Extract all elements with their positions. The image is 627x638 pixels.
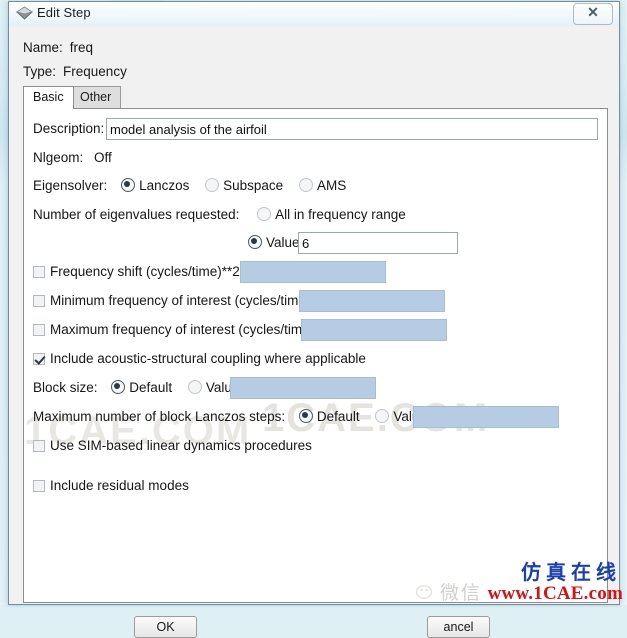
tab-other[interactable]: Other	[70, 86, 122, 108]
dialog-title-bar[interactable]: Edit Step ✕	[9, 2, 619, 27]
radio-eigenvalue-value-icon[interactable]	[248, 235, 262, 249]
eigensolver-label: Eigensolver:	[33, 178, 108, 193]
num-eigenvalues-option-value[interactable]: Value:	[248, 235, 303, 250]
abaqus-diamond-icon	[16, 6, 33, 20]
minimum-frequency-input[interactable]	[299, 290, 445, 312]
checkbox-frequency-shift-icon[interactable]	[33, 266, 45, 278]
radio-max-lanczos-value-icon[interactable]	[375, 409, 390, 423]
eigensolver-lanczos-label: Lanczos	[139, 178, 190, 193]
nlgeom-row: Nlgeom: Off	[33, 150, 112, 165]
block-size-option-default[interactable]: Default	[111, 380, 176, 395]
checkbox-residual-modes-icon[interactable]	[33, 480, 45, 492]
basic-tab-panel: 1CAE.COM 1CAE.COM Description: Nlgeom: O…	[23, 108, 608, 603]
eigensolver-option-ams[interactable]: AMS	[298, 178, 347, 193]
cancel-button[interactable]: ancel	[427, 616, 490, 638]
nlgeom-label: Nlgeom:	[33, 150, 84, 165]
checkbox-sim-based-icon[interactable]	[33, 440, 45, 452]
name-label: Name:	[23, 40, 63, 55]
radio-lanczos-icon[interactable]	[121, 178, 136, 192]
block-size-default-label: Default	[129, 380, 173, 395]
block-size-input[interactable]	[230, 377, 376, 399]
type-row: Type: Frequency	[23, 64, 127, 79]
maximum-frequency-input[interactable]	[301, 319, 447, 341]
acoustic-coupling-label: Include acoustic-structural coupling whe…	[50, 351, 366, 366]
frequency-shift-input[interactable]	[240, 261, 386, 283]
eigensolver-option-subspace[interactable]: Subspace	[205, 178, 287, 193]
eigensolver-subspace-label: Subspace	[223, 178, 284, 193]
radio-all-frequency-range-icon[interactable]	[257, 207, 272, 221]
tab-basic[interactable]: Basic	[23, 86, 74, 109]
type-label: Type:	[23, 64, 57, 79]
max-lanczos-label: Maximum number of block Lanczos steps:	[33, 409, 286, 424]
max-lanczos-input[interactable]	[413, 406, 559, 428]
eigensolver-option-lanczos[interactable]: Lanczos	[121, 178, 193, 193]
num-eigenvalues-option-all[interactable]: All in frequency range	[257, 207, 406, 222]
nlgeom-value: Off	[94, 150, 112, 165]
backdrop-edge-strip	[622, 0, 625, 605]
sim-based-label: Use SIM-based linear dynamics procedures	[50, 438, 312, 453]
checkbox-maximum-frequency-icon[interactable]	[33, 324, 45, 336]
max-lanczos-row: Maximum number of block Lanczos steps: D…	[33, 409, 431, 424]
checkbox-minimum-frequency-icon[interactable]	[33, 295, 45, 307]
num-eigenvalues-all-label: All in frequency range	[275, 207, 406, 222]
sim-based-row[interactable]: Use SIM-based linear dynamics procedures	[33, 438, 312, 453]
num-eigenvalues-value-input[interactable]	[298, 232, 458, 254]
description-input[interactable]	[106, 118, 598, 140]
ok-button[interactable]: OK	[134, 616, 197, 638]
backdrop-edge-strip	[4, 0, 7, 605]
name-value: freq	[69, 40, 94, 55]
radio-ams-icon[interactable]	[298, 178, 313, 192]
dialog-body: Name: freq Type: Frequency Basic Other 1CA…	[9, 26, 619, 638]
num-eigenvalues-row: Number of eigenvalues requested: All in …	[33, 207, 406, 222]
acoustic-coupling-row[interactable]: Include acoustic-structural coupling whe…	[33, 351, 366, 366]
eigensolver-ams-label: AMS	[316, 178, 347, 193]
max-lanczos-default-label: Default	[316, 409, 360, 424]
maximum-frequency-row[interactable]: Maximum frequency of interest (cycles/ti…	[33, 322, 318, 337]
block-size-label: Block size:	[33, 380, 98, 395]
backdrop-edge-strip	[0, 0, 3, 605]
edit-step-dialog: Edit Step ✕ Name: freq Type: Frequency Bas…	[8, 1, 620, 638]
num-eigenvalues-label: Number of eigenvalues requested:	[33, 207, 240, 222]
minimum-frequency-row[interactable]: Minimum frequency of interest (cycles/ti…	[33, 293, 314, 308]
close-button[interactable]: ✕	[573, 3, 613, 25]
eigensolver-row: Eigensolver: Lanczos Subspace AMS	[33, 178, 346, 193]
maximum-frequency-label: Maximum frequency of interest (cycles/ti…	[50, 322, 318, 337]
max-lanczos-option-default[interactable]: Default	[298, 409, 364, 424]
minimum-frequency-label: Minimum frequency of interest (cycles/ti…	[50, 293, 315, 308]
type-value: Frequency	[63, 64, 127, 79]
description-label: Description:	[33, 121, 105, 136]
checkbox-acoustic-coupling-icon[interactable]	[33, 353, 45, 365]
residual-modes-label: Include residual modes	[50, 478, 189, 493]
radio-block-size-default-icon[interactable]	[111, 380, 126, 394]
frequency-shift-label: Frequency shift (cycles/time)**2:	[50, 264, 244, 279]
radio-max-lanczos-default-icon[interactable]	[298, 409, 313, 423]
close-icon: ✕	[587, 6, 599, 21]
name-row: Name: freq	[23, 40, 93, 55]
block-size-row: Block size: Default Value:	[33, 380, 243, 395]
residual-modes-row[interactable]: Include residual modes	[33, 478, 189, 493]
radio-subspace-icon[interactable]	[205, 178, 220, 192]
dialog-title: Edit Step	[37, 5, 91, 20]
radio-block-size-value-icon[interactable]	[187, 380, 202, 394]
frequency-shift-row[interactable]: Frequency shift (cycles/time)**2:	[33, 264, 244, 279]
